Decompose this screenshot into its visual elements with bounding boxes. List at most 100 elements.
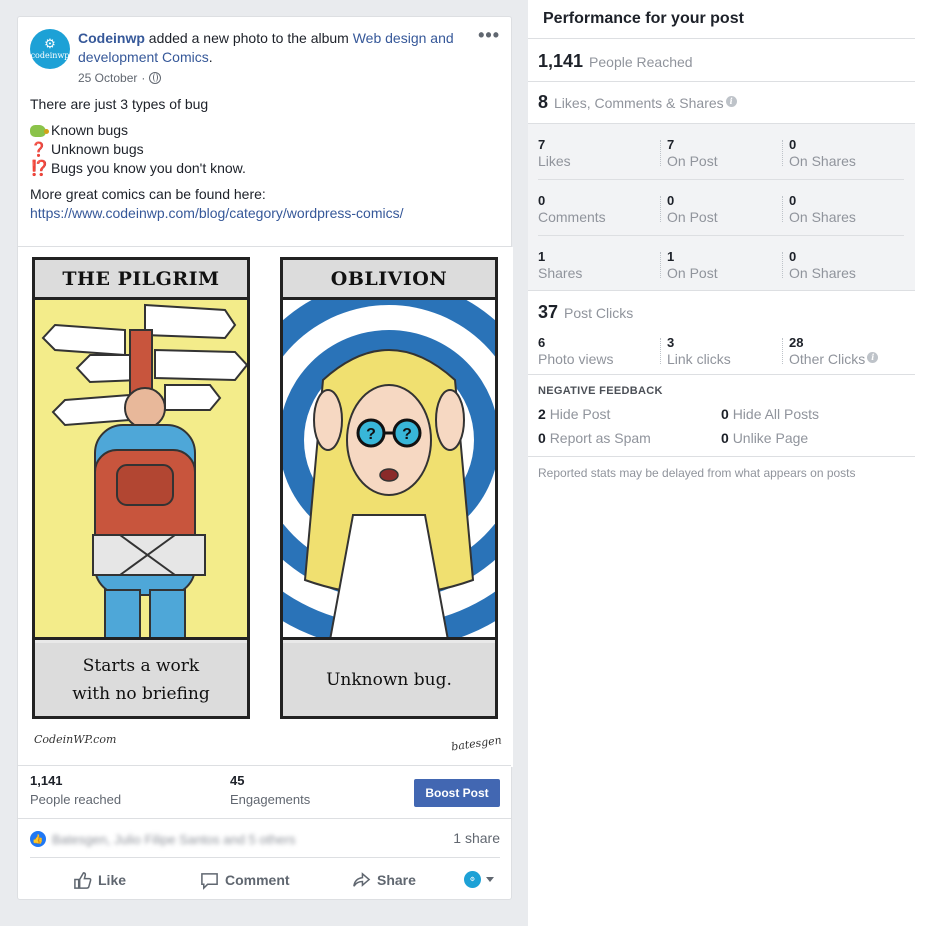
like-reaction-icon[interactable]: 👍 — [30, 831, 46, 847]
negative-feedback-title: NEGATIVE FEEDBACK — [538, 385, 663, 397]
people-reached-stat[interactable]: 1,141 People reached — [30, 773, 121, 811]
column-separator — [660, 140, 661, 166]
post-header-text: Codeinwp added a new photo to the album … — [78, 29, 478, 67]
link-clicks-label: Link clicks — [667, 351, 731, 367]
post-header: ⚙ codeinwp Codeinwp added a new photo to… — [30, 26, 500, 89]
gear-icon: ⚙ — [44, 36, 56, 52]
report-spam-label: Report as Spam — [549, 430, 651, 446]
artist-signature: batesgen — [450, 733, 503, 754]
more-options-button[interactable]: ••• — [478, 26, 500, 44]
shares-row: 1 Shares 1 On Post 0 On Shares — [538, 236, 904, 292]
list-item-text: Bugs you know you don't know. — [51, 160, 246, 176]
share-count[interactable]: 1 share — [453, 830, 500, 846]
unlike-page-label: Unlike Page — [732, 430, 809, 446]
avatar-label: codeinwp — [30, 50, 70, 60]
other-clicks: 28 Other Clicks i — [789, 336, 879, 368]
column-separator — [782, 252, 783, 278]
people-reached-label: People reached — [30, 792, 122, 807]
panel-caption-text: Unknown bug. — [326, 669, 452, 690]
comments-on-post: 0 On Post — [667, 194, 718, 226]
comment-label: Comment — [225, 872, 290, 888]
photo-views-label: Photo views — [538, 351, 614, 367]
likes-row: 7 Likes 7 On Post 0 On Shares — [538, 124, 904, 180]
report-spam-stat: 0 Report as Spam — [538, 430, 651, 446]
boost-post-button[interactable]: Boost Post — [414, 779, 500, 807]
comment-button[interactable]: Comment — [200, 865, 290, 895]
column-separator — [782, 338, 783, 364]
thumbs-up-icon — [74, 871, 92, 889]
shares-total: 1 Shares — [538, 250, 582, 282]
page-avatar[interactable]: ⚙ codeinwp — [30, 29, 70, 69]
svg-text:?: ? — [366, 426, 376, 443]
share-icon — [353, 871, 371, 887]
post-intro: There are just 3 types of bug — [30, 96, 209, 112]
likes-total: 7 Likes — [538, 138, 571, 170]
post-clicks-value: 37 — [538, 302, 559, 322]
more-comics-text: More great comics can be found here: — [30, 186, 266, 202]
shares-total-label: Shares — [538, 265, 583, 281]
oblivion-illustration: ? ? — [283, 300, 495, 640]
comic-signature: CodeinWP.com — [34, 733, 117, 746]
panel-title: OBLIVION — [283, 260, 495, 300]
globe-icon — [149, 72, 162, 84]
date-separator: · — [141, 71, 146, 85]
engagement-label-text: Likes, Comments & Shares — [554, 95, 724, 111]
post-body: There are just 3 types of bug Known bugs… — [30, 95, 500, 223]
people-reached-value: 1,141 — [30, 773, 63, 788]
post-clicks-summary: 37 Post Clicks — [538, 302, 633, 323]
likes-on-shares-label: On Shares — [789, 153, 856, 169]
info-icon[interactable]: i — [725, 96, 737, 107]
like-button[interactable]: Like — [73, 865, 126, 895]
shares-on-post-value: 1 — [667, 249, 675, 264]
people-reached-summary: 1,141 People Reached — [538, 51, 693, 72]
panel-title: Performance for your post — [543, 10, 744, 27]
page-voice-selector[interactable]: ⚙ — [464, 871, 494, 888]
post-actions: Like Comment Share ⚙ — [30, 865, 500, 895]
column-separator — [660, 196, 661, 222]
likes-total-value: 7 — [538, 137, 546, 152]
panel-caption: Unknown bug. — [283, 643, 495, 716]
bug-icon — [30, 124, 49, 137]
unlike-page-stat: 0 Unlike Page — [721, 430, 808, 446]
reactions-summary: 👍 Batesgen, Julio Filipe Santos and 5 ot… — [30, 829, 500, 849]
engagement-label: Likes, Comments & Shares i — [554, 95, 737, 111]
post-insights-row: 1,141 People reached 45 Engagements Boos… — [30, 773, 500, 813]
post-photo[interactable]: THE PILGRIM Starts a work with no briefi… — [18, 247, 513, 767]
date-text[interactable]: 25 October — [78, 71, 137, 85]
photo-views-value: 6 — [538, 335, 546, 350]
column-separator — [660, 252, 661, 278]
album-suffix: . — [208, 49, 213, 65]
reactors-names[interactable]: Batesgen, Julio Filipe Santos and 5 othe… — [52, 832, 296, 847]
post-clicks-label: Post Clicks — [564, 305, 634, 321]
link-clicks: 3 Link clicks — [667, 336, 731, 368]
people-reached-value: 1,141 — [538, 51, 584, 71]
comments-on-shares: 0 On Shares — [789, 194, 856, 226]
list-item: Known bugs — [30, 121, 500, 140]
post-card: ⚙ codeinwp Codeinwp added a new photo to… — [17, 16, 513, 900]
engagements-stat[interactable]: 45 Engagements — [230, 773, 310, 811]
post-date: 25 October · — [78, 71, 162, 85]
share-button[interactable]: Share — [352, 865, 416, 895]
shares-total-value: 1 — [538, 249, 546, 264]
divider — [30, 857, 500, 858]
chevron-down-icon — [486, 877, 494, 882]
hide-all-posts-label: Hide All Posts — [732, 406, 820, 422]
report-spam-value: 0 — [538, 430, 546, 446]
shares-on-shares: 0 On Shares — [789, 250, 856, 282]
list-item-text: Known bugs — [51, 122, 129, 138]
comics-link[interactable]: https://www.codeinwp.com/blog/category/w… — [30, 205, 403, 221]
page: ⚙ codeinwp Codeinwp added a new photo to… — [0, 0, 937, 926]
performance-panel: Performance for your post 1,141 People R… — [528, 0, 937, 926]
comment-icon — [201, 872, 218, 890]
likes-on-post: 7 On Post — [667, 138, 718, 170]
author-link[interactable]: Codeinwp — [78, 30, 145, 46]
shares-on-post: 1 On Post — [667, 250, 718, 282]
info-icon[interactable]: i — [867, 352, 879, 363]
hide-post-stat: 2 Hide Post — [538, 406, 610, 422]
comments-on-shares-value: 0 — [789, 193, 797, 208]
question-mark-icon: ❓ — [30, 141, 48, 157]
shares-on-shares-value: 0 — [789, 249, 797, 264]
divider — [18, 818, 511, 819]
divider — [528, 81, 915, 82]
shares-on-post-label: On Post — [667, 265, 718, 281]
